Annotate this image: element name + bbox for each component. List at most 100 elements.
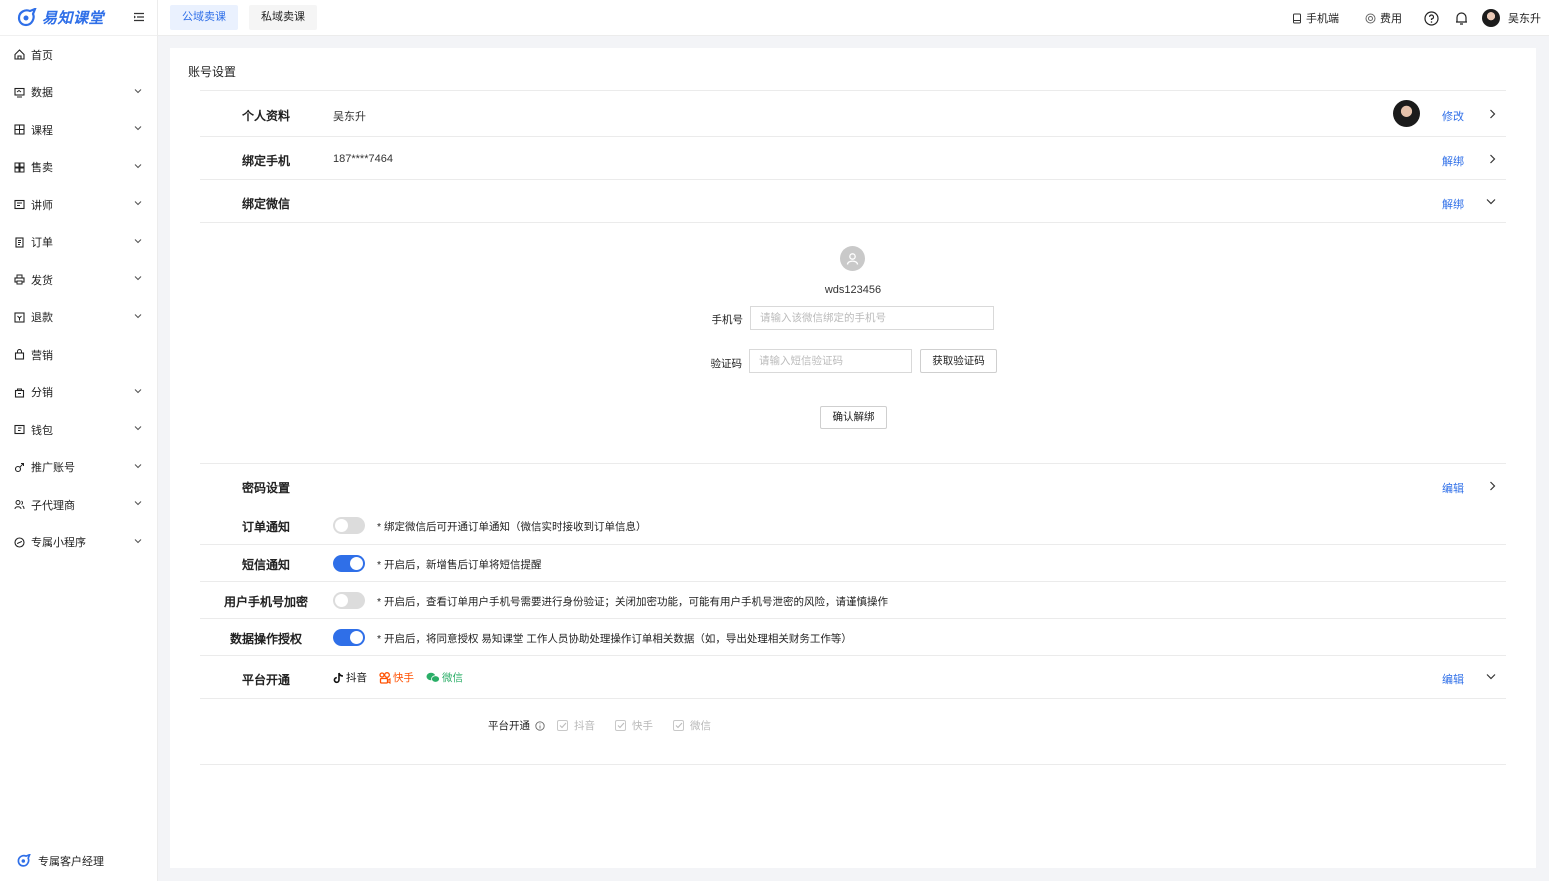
verify-code-label: 验证码 bbox=[710, 358, 743, 370]
page-title: 账号设置 bbox=[188, 65, 237, 79]
sidebar-item-miniapp[interactable]: 专属小程序 bbox=[0, 524, 157, 562]
sms-notify-row: 短信通知 * 开启后，新增售后订单将短信提醒 bbox=[200, 544, 1506, 581]
chevron-right-icon[interactable] bbox=[1489, 481, 1496, 491]
unbind-phone-link[interactable]: 解绑 bbox=[1442, 153, 1464, 169]
chevron-down-icon bbox=[134, 276, 142, 281]
sms-notify-label: 短信通知 bbox=[241, 558, 290, 572]
data-auth-label: 数据操作授权 bbox=[229, 632, 302, 646]
verify-code-input[interactable]: 请输入短信验证码 bbox=[749, 349, 912, 373]
chevron-down-icon bbox=[134, 388, 142, 393]
sidebar-item-label: 营销 bbox=[31, 349, 53, 362]
edit-platform-link[interactable]: 编辑 bbox=[1442, 671, 1464, 687]
tab-private-course[interactable]: 私域卖课 bbox=[249, 5, 317, 30]
chevron-down-icon bbox=[134, 126, 142, 131]
edit-profile-link[interactable]: 修改 bbox=[1442, 108, 1464, 124]
bag-icon bbox=[13, 349, 25, 361]
douyin-option-label: 抖音 bbox=[574, 720, 595, 732]
logo[interactable]: 易知课堂 bbox=[0, 0, 157, 36]
chevron-down-icon[interactable] bbox=[1486, 673, 1496, 680]
avatar[interactable] bbox=[1482, 9, 1500, 27]
shop-icon bbox=[13, 161, 25, 173]
sidebar-item-teacher[interactable]: 讲师 bbox=[0, 186, 157, 224]
order-icon bbox=[13, 236, 25, 248]
sidebar-item-shipping[interactable]: 发货 bbox=[0, 261, 157, 299]
get-code-button[interactable]: 获取验证码 bbox=[920, 349, 997, 373]
sidebar-item-label: 专属小程序 bbox=[31, 537, 86, 550]
wechat-avatar bbox=[840, 246, 865, 271]
kuaishou-option-label: 快手 bbox=[632, 720, 653, 732]
wechat-icon bbox=[426, 672, 440, 683]
toggle-knob bbox=[335, 594, 348, 607]
chevron-down-icon bbox=[134, 501, 142, 506]
info-icon[interactable] bbox=[535, 720, 545, 731]
platform-icons: 抖音 快手 微信 bbox=[333, 670, 475, 685]
chevron-down-icon bbox=[134, 163, 142, 168]
check-icon bbox=[557, 720, 568, 731]
logo-icon bbox=[17, 854, 31, 867]
bind-phone-label: 绑定手机 bbox=[241, 154, 290, 168]
wechat-phone-input[interactable]: 请输入该微信绑定的手机号 bbox=[750, 306, 994, 330]
data-auth-toggle[interactable] bbox=[333, 629, 365, 646]
bell-icon[interactable] bbox=[1455, 11, 1468, 26]
logo-icon bbox=[17, 7, 37, 26]
sidebar-item-label: 退款 bbox=[31, 312, 53, 325]
sidebar-item-distribution[interactable]: 分销 bbox=[0, 374, 157, 412]
sidebar-item-label: 订单 bbox=[31, 237, 53, 250]
chevron-right-icon[interactable] bbox=[1489, 109, 1496, 119]
sidebar-item-wallet[interactable]: 钱包 bbox=[0, 411, 157, 449]
platform-options-panel bbox=[200, 698, 1506, 765]
sidebar-item-label: 数据 bbox=[31, 87, 53, 100]
sidebar-item-refund[interactable]: 退款 bbox=[0, 299, 157, 337]
sidebar-item-order[interactable]: 订单 bbox=[0, 224, 157, 262]
user-name[interactable]: 吴东升 bbox=[1508, 10, 1541, 26]
sidebar-item-label: 分销 bbox=[31, 387, 53, 400]
chevron-down-icon[interactable] bbox=[1486, 198, 1496, 205]
confirm-unbind-button[interactable]: 确认解绑 bbox=[820, 406, 887, 429]
fee-link[interactable]: 费用 bbox=[1365, 10, 1402, 26]
sidebar-item-label: 推广账号 bbox=[31, 462, 75, 475]
wechat-phone-label: 手机号 bbox=[711, 314, 744, 326]
grid-icon bbox=[13, 124, 25, 136]
kuaishou-checkbox[interactable]: 快手 bbox=[615, 718, 653, 733]
sidebar-item-marketing[interactable]: 营销 bbox=[0, 336, 157, 374]
chevron-down-icon bbox=[134, 238, 142, 243]
sidebar-nav: 首页 数据 课程 售卖 讲师 订单 发货 退款 营销 分销 钱包 推广账号 子代… bbox=[0, 36, 157, 561]
douyin-icon bbox=[333, 672, 344, 683]
teacher-icon bbox=[13, 199, 25, 211]
tab-public-course[interactable]: 公域卖课 bbox=[170, 5, 238, 30]
douyin-label: 抖音 bbox=[346, 672, 367, 684]
help-icon[interactable] bbox=[1424, 10, 1439, 26]
bind-wechat-row: 绑定微信 解绑 bbox=[200, 179, 1506, 222]
phone-encrypt-toggle[interactable] bbox=[333, 592, 365, 609]
sidebar-item-agent[interactable]: 子代理商 bbox=[0, 486, 157, 524]
edit-password-link[interactable]: 编辑 bbox=[1442, 480, 1464, 496]
kuaishou-icon bbox=[379, 671, 391, 684]
sidebar-item-sell[interactable]: 售卖 bbox=[0, 149, 157, 187]
wechat-checkbox[interactable]: 微信 bbox=[673, 718, 711, 733]
sms-notify-toggle[interactable] bbox=[333, 555, 365, 572]
sidebar-item-promote[interactable]: 推广账号 bbox=[0, 449, 157, 487]
sidebar-item-course[interactable]: 课程 bbox=[0, 111, 157, 149]
share-bag-icon bbox=[13, 386, 25, 398]
account-manager-link[interactable]: 专属客户经理 bbox=[16, 853, 104, 869]
menu-toggle-icon[interactable] bbox=[133, 11, 145, 23]
order-notify-desc: * 绑定微信后可开通订单通知（微信实时接收到订单信息） bbox=[377, 521, 647, 533]
sidebar-item-label: 子代理商 bbox=[31, 499, 75, 512]
sidebar-item-home[interactable]: 首页 bbox=[0, 36, 157, 74]
sidebar-item-label: 首页 bbox=[31, 49, 53, 62]
platform-options-label: 平台开通 bbox=[488, 720, 530, 732]
unbind-wechat-link[interactable]: 解绑 bbox=[1442, 196, 1464, 212]
douyin-checkbox[interactable]: 抖音 bbox=[557, 718, 595, 733]
sidebar-item-data[interactable]: 数据 bbox=[0, 74, 157, 112]
profile-row: 个人资料 吴东升 修改 bbox=[200, 90, 1506, 136]
mobile-link[interactable]: 手机端 bbox=[1292, 10, 1339, 26]
toggle-knob bbox=[350, 631, 363, 644]
phone-encrypt-label: 用户手机号加密 bbox=[223, 595, 308, 609]
order-notify-toggle[interactable] bbox=[333, 517, 365, 534]
sidebar-item-label: 钱包 bbox=[31, 424, 53, 437]
phone-encrypt-row: 用户手机号加密 * 开启后，查看订单用户手机号需要进行身份验证；关闭加密功能，可… bbox=[200, 581, 1506, 618]
profile-avatar bbox=[1393, 100, 1420, 127]
wallet-icon bbox=[13, 424, 25, 436]
bind-phone-value: 187****7464 bbox=[333, 153, 393, 165]
chevron-right-icon[interactable] bbox=[1489, 154, 1496, 164]
